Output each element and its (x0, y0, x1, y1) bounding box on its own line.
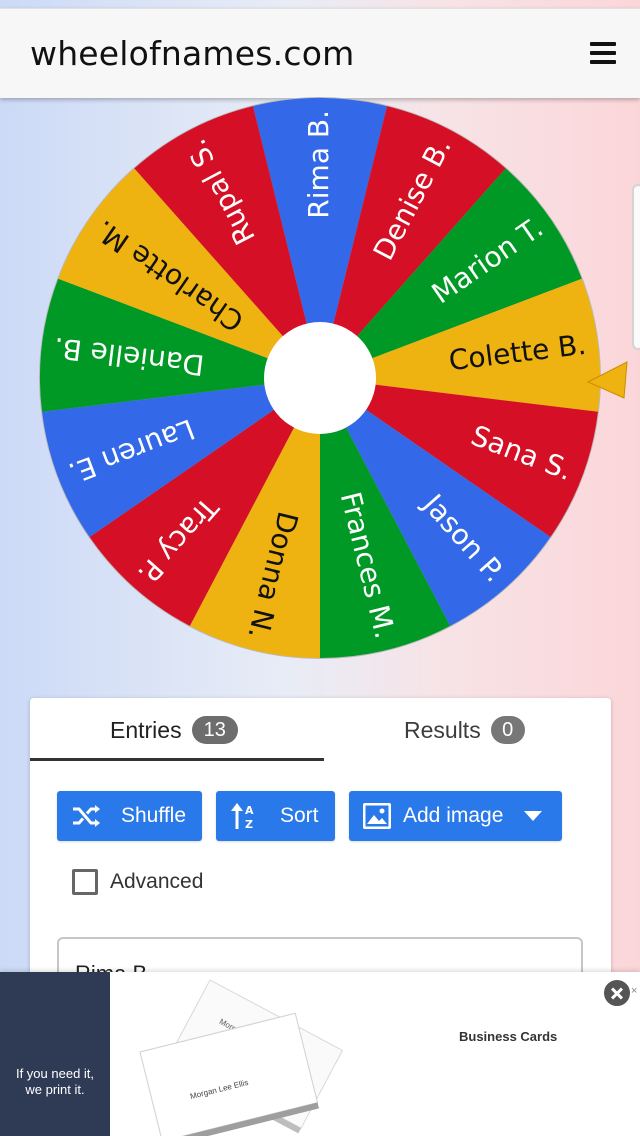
add-image-button-label: Add image (403, 804, 504, 827)
entries-count-badge: 13 (191, 716, 238, 744)
ad-brand-panel: If you need it, we print it. (0, 972, 110, 1136)
site-title[interactable]: wheelofnames.com (30, 34, 354, 73)
tab-results-label: Results (404, 716, 481, 743)
image-icon (363, 803, 391, 829)
wheel-center-hub[interactable] (264, 322, 376, 434)
advanced-label: Advanced (110, 870, 204, 893)
svg-text:A: A (245, 804, 254, 817)
shuffle-button[interactable]: Shuffle (57, 791, 202, 841)
entries-panel: Entries 13 Results 0 Shuffle A Z Sort Ad… (30, 698, 611, 997)
tab-entries[interactable]: Entries 13 (110, 714, 238, 746)
tab-results[interactable]: Results 0 (404, 714, 525, 746)
svg-text:Z: Z (245, 818, 253, 830)
tab-entries-label: Entries (110, 716, 182, 743)
shuffle-icon (73, 805, 100, 827)
sort-alpha-icon: A Z (231, 803, 254, 830)
business-cards-image: Morgan Lee Ellis Morgan Lee Ellis (139, 979, 344, 1136)
wheel-entry-label: Rima B. (302, 110, 335, 219)
ad-choices-icon[interactable]: × (631, 985, 637, 997)
advanced-checkbox[interactable] (72, 869, 98, 895)
ad-product-name[interactable]: Business Cards (459, 1029, 557, 1044)
wheel[interactable]: Rima B. Denise B.Marion T.Colette B.Sana … (0, 96, 640, 676)
ad-slogan: If you need it, we print it. (15, 1066, 95, 1097)
results-count-badge: 0 (490, 716, 525, 744)
add-image-button[interactable]: Add image (349, 791, 562, 841)
sort-button[interactable]: A Z Sort (216, 791, 335, 841)
hamburger-menu-icon[interactable] (590, 42, 616, 64)
active-tab-indicator (30, 758, 324, 761)
top-app-bar: wheelofnames.com (0, 8, 640, 98)
shuffle-button-label: Shuffle (121, 804, 186, 827)
chevron-down-icon[interactable] (524, 811, 542, 821)
sort-button-label: Sort (280, 804, 319, 827)
ad-banner[interactable]: If you need it, we print it. Morgan Lee … (0, 972, 640, 1136)
ad-close-icon[interactable] (602, 978, 632, 1008)
